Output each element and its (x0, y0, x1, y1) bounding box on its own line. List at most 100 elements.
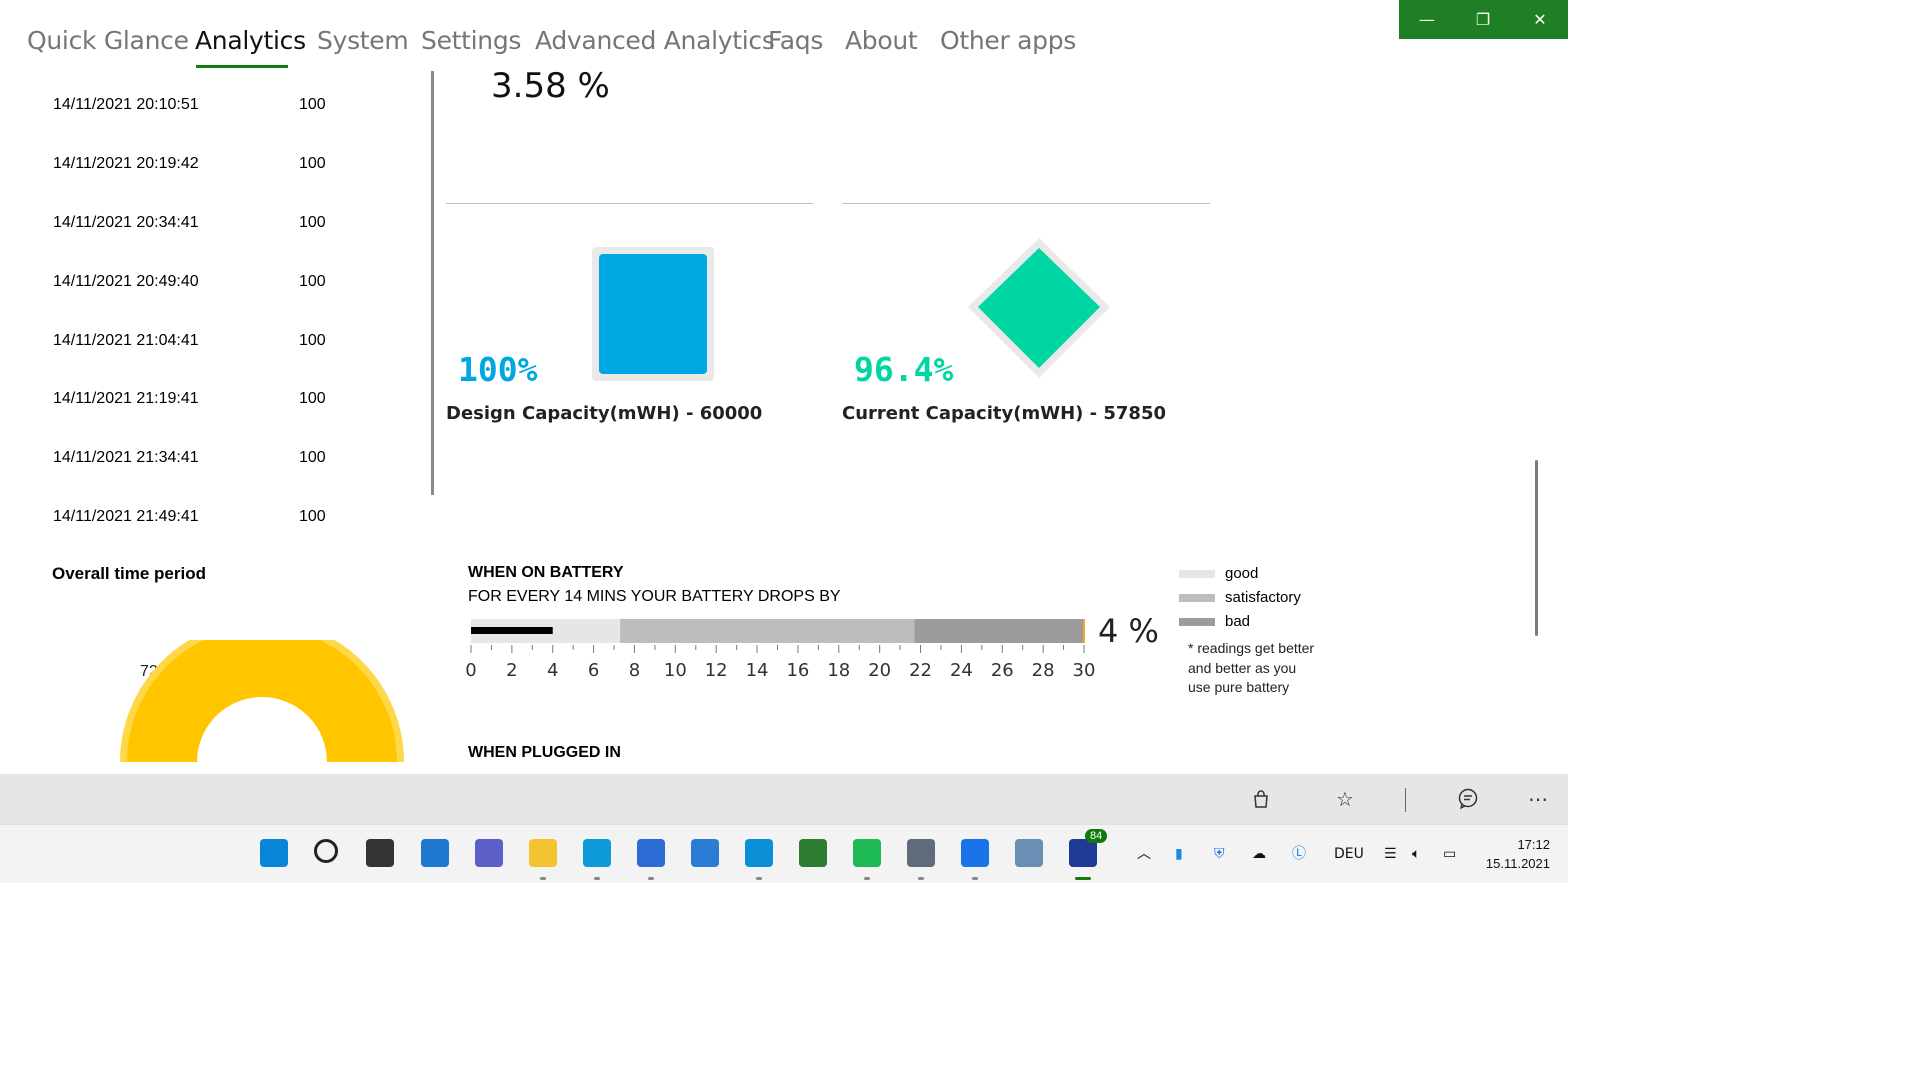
tick-label: 4 (547, 660, 558, 681)
gauge-fill (127, 640, 397, 762)
running-indicator (540, 877, 546, 880)
battery-icon[interactable]: ▭ (1443, 825, 1456, 883)
terminal-glyph (799, 839, 827, 867)
on-battery-subtitle: FOR EVERY 14 MINS YOUR BATTERY DROPS BY (468, 588, 841, 605)
time: 17:12 (1517, 837, 1550, 852)
edge-icon[interactable] (575, 831, 619, 880)
battery-app-glyph (1069, 839, 1097, 867)
tick-label: 14 (746, 660, 769, 681)
feedback-icon[interactable] (1448, 774, 1488, 824)
star-icon[interactable]: ☆ (1325, 774, 1365, 824)
widgets-icon[interactable] (413, 831, 457, 875)
window-controls: — ❐ ✕ (1399, 0, 1568, 39)
settings-icon[interactable] (899, 831, 943, 880)
tick-label: 24 (950, 660, 973, 681)
launcher-l-icon[interactable] (737, 831, 781, 880)
wifi-icon[interactable]: ☰ (1384, 825, 1397, 883)
current-capacity-label: Current Capacity(mWH) - 57850 (842, 403, 1166, 424)
page-scrollbar[interactable] (1535, 460, 1538, 636)
task-view-glyph (366, 839, 394, 867)
defender-icon[interactable] (953, 831, 997, 880)
cloud-icon[interactable]: ☁ (1252, 825, 1266, 883)
launcher-tray-icon[interactable]: Ⓛ (1292, 825, 1306, 883)
store-icon[interactable] (629, 831, 673, 880)
close-button[interactable]: ✕ (1512, 0, 1568, 39)
list-item: 14/11/2021 21:04:41 100 (53, 332, 353, 356)
chevron-up-icon[interactable]: ︿ (1137, 825, 1151, 883)
more-icon[interactable]: ⋯ (1518, 774, 1558, 824)
running-indicator (1075, 877, 1091, 880)
plugged-in-title: WHEN PLUGGED IN (468, 744, 621, 761)
volume-icon[interactable]: 🔈︎ (1412, 825, 1420, 883)
tick-label: 20 (868, 660, 891, 681)
date: 15.11.2021 (1485, 856, 1550, 871)
tab-about[interactable]: About (845, 26, 918, 55)
search-glyph (314, 839, 338, 863)
timestamp: 14/11/2021 20:49:40 (53, 273, 199, 290)
resource-monitor-glyph (1015, 839, 1043, 867)
launcher-l-glyph (745, 839, 773, 867)
start-icon[interactable] (252, 831, 296, 875)
shield-icon[interactable]: ⛨ (1214, 825, 1225, 883)
overall-period-title: Overall time period (52, 564, 206, 583)
list-item: 14/11/2021 21:19:41 100 (53, 390, 353, 414)
tick-label: 30 (1073, 660, 1096, 681)
spotify-icon[interactable] (845, 831, 889, 880)
tick-label: 22 (909, 660, 932, 681)
task-view-icon[interactable] (358, 831, 402, 875)
current-capacity-shape (968, 238, 1110, 378)
current-capacity-percent: 96.4% (854, 350, 954, 389)
current-capacity-diamond (978, 248, 1100, 368)
drop-indicator-bar (471, 627, 553, 634)
timestamp: 14/11/2021 20:10:51 (53, 96, 199, 113)
language-indicator[interactable]: DEU (1334, 825, 1364, 883)
teams-chat-icon[interactable] (467, 831, 511, 875)
clock[interactable]: 17:12 15.11.2021 (1480, 835, 1550, 873)
charge-value: 100 (299, 449, 326, 466)
charge-value: 100 (299, 214, 326, 231)
list-item: 14/11/2021 20:49:40 100 (53, 273, 353, 297)
drop-value: 4 % (1098, 612, 1159, 650)
tab-advanced-analytics[interactable]: Advanced Analytics (535, 26, 775, 55)
tick-label: 10 (664, 660, 687, 681)
list-item: 14/11/2021 21:49:41 100 (53, 508, 353, 532)
list-item: 14/11/2021 20:10:51 100 (53, 96, 353, 120)
timestamp: 14/11/2021 21:49:41 (53, 508, 199, 525)
tick-label: 12 (705, 660, 728, 681)
timestamp: 14/11/2021 20:34:41 (53, 214, 199, 231)
resource-monitor-icon[interactable] (1007, 831, 1051, 875)
tick-label: 28 (1032, 660, 1055, 681)
tab-faqs[interactable]: Faqs (768, 26, 823, 55)
timestamp: 14/11/2021 21:04:41 (53, 332, 199, 349)
tab-other-apps[interactable]: Other apps (940, 26, 1076, 55)
list-scroll-divider[interactable] (431, 71, 434, 495)
tab-quick-glance[interactable]: Quick Glance (27, 26, 189, 55)
file-explorer-icon[interactable] (521, 831, 565, 880)
tab-settings[interactable]: Settings (421, 26, 521, 55)
tick-label: 0 (465, 660, 476, 681)
shopping-bag-icon[interactable] (1241, 774, 1281, 824)
scale-end-marker (1083, 619, 1085, 643)
tab-system[interactable]: System (317, 26, 409, 55)
charge-value: 100 (299, 273, 326, 290)
running-indicator (648, 877, 654, 880)
battery-app-icon[interactable]: 84 (1061, 829, 1108, 880)
defender-glyph (961, 839, 989, 867)
tablet-icon[interactable]: ▮ (1175, 825, 1183, 883)
search-icon[interactable] (306, 831, 350, 875)
charge-value: 100 (299, 508, 326, 525)
list-item: 14/11/2021 20:19:42 100 (53, 155, 353, 179)
teams-chat-glyph (475, 839, 503, 867)
tick-label: 2 (506, 660, 517, 681)
minimize-button[interactable]: — (1399, 0, 1455, 39)
mail-icon[interactable] (683, 831, 727, 875)
design-capacity-shape (592, 247, 714, 381)
design-capacity-percent: 100% (458, 350, 538, 389)
legend-label: satisfactory (1225, 589, 1301, 606)
restore-button[interactable]: ❐ (1455, 0, 1511, 39)
tab-analytics[interactable]: Analytics (195, 26, 306, 55)
on-battery-title: WHEN ON BATTERY (468, 564, 624, 581)
overall-gauge (120, 640, 404, 762)
running-indicator (864, 877, 870, 880)
terminal-icon[interactable] (791, 831, 835, 875)
